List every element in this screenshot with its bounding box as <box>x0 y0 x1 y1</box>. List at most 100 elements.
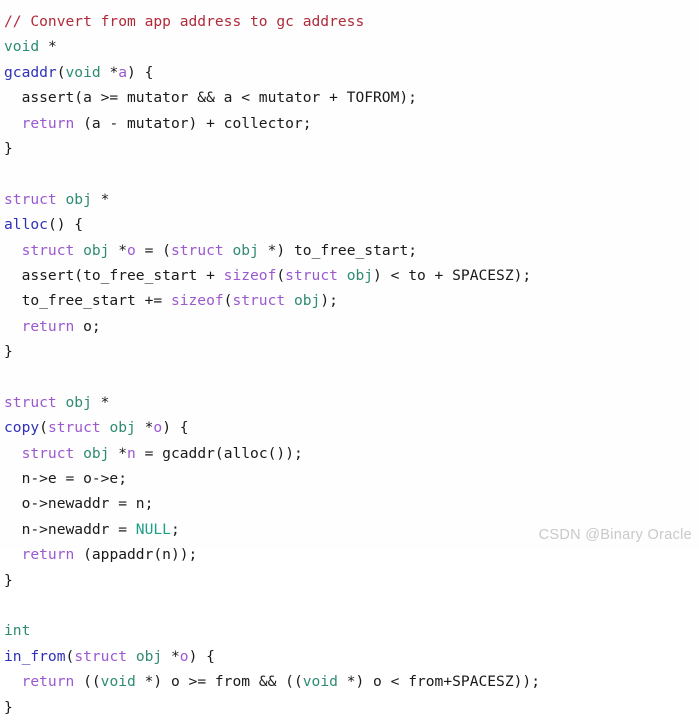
plain-token: * <box>100 63 119 81</box>
identifier-token: a <box>118 63 128 81</box>
code-line: struct obj * <box>4 187 699 212</box>
plain-token: o; <box>74 317 101 335</box>
plain-token: ; <box>170 520 180 538</box>
plain-token: } <box>4 343 13 361</box>
plain-token: (( <box>74 673 101 691</box>
plain-token: } <box>4 698 13 716</box>
keyword-token: struct <box>285 266 338 284</box>
code-line: // Convert from app address to gc addres… <box>4 9 699 34</box>
code-viewer: // Convert from app address to gc addres… <box>0 0 699 716</box>
plain-token: n->newaddr = <box>4 520 136 538</box>
code-line: } <box>4 695 699 720</box>
plain-token: to_free_start += <box>4 292 171 310</box>
code-line: } <box>4 568 699 593</box>
type-token: void <box>100 673 136 691</box>
function-token: copy <box>4 419 40 437</box>
keyword-token: sizeof <box>170 292 224 310</box>
keyword-token: struct <box>232 292 286 310</box>
keyword-token: struct <box>4 190 57 208</box>
plain-token: ) { <box>188 647 215 665</box>
code-line: } <box>4 339 699 364</box>
constant-token: NULL <box>135 520 171 538</box>
plain-token: * <box>91 190 110 208</box>
code-line: assert(to_free_start + sizeof(struct obj… <box>4 263 699 288</box>
plain-token: * <box>109 241 128 259</box>
plain-token: ( <box>56 63 66 81</box>
type-token: obj <box>109 419 136 437</box>
keyword-token: return <box>21 673 75 691</box>
code-line: struct obj *o = (struct obj *) to_free_s… <box>4 238 699 263</box>
code-line: alloc() { <box>4 212 699 237</box>
keyword-token: return <box>21 317 75 335</box>
identifier-token: n <box>127 444 136 462</box>
plain-token: o->newaddr = n; <box>4 495 154 513</box>
code-line: } <box>4 136 699 161</box>
code-line: void * <box>4 34 699 59</box>
plain-token: * <box>91 393 110 411</box>
type-token: obj <box>65 190 92 208</box>
code-line: return (appaddr(n)); <box>4 542 699 567</box>
keyword-token: struct <box>4 393 57 411</box>
code-line: struct obj * <box>4 390 699 415</box>
code-line: assert(a >= mutator && a < mutator + TOF… <box>4 85 699 110</box>
type-token: void <box>302 673 338 691</box>
plain-token: n->e = o->e; <box>4 470 128 488</box>
type-token: obj <box>135 647 163 665</box>
type-token: void <box>65 63 101 81</box>
watermark-text: CSDN @Binary Oracle <box>538 527 692 543</box>
keyword-token: struct <box>47 419 101 437</box>
plain-token: } <box>4 571 13 589</box>
type-token: int <box>4 622 31 640</box>
plain-token: * <box>39 38 57 56</box>
keyword-token: struct <box>170 241 224 259</box>
code-line: in_from(struct obj *o) { <box>4 644 699 669</box>
identifier-token: o <box>153 419 163 437</box>
plain-token: * <box>135 419 154 437</box>
code-line: return o; <box>4 314 699 339</box>
plain-token: ( <box>39 419 48 437</box>
plain-token: ) < to + SPACESZ); <box>373 266 532 284</box>
code-line: to_free_start += sizeof(struct obj); <box>4 288 699 313</box>
plain-token: (a - mutator) + collector; <box>74 114 312 132</box>
identifier-token: o <box>179 647 189 665</box>
plain-token: * <box>109 444 128 462</box>
plain-token: ) { <box>162 419 189 437</box>
keyword-token: sizeof <box>223 266 277 284</box>
type-token: obj <box>293 292 321 310</box>
plain-token: * <box>162 647 180 665</box>
type-token: void <box>4 38 40 56</box>
plain-token: *) o < from+SPACESZ)); <box>337 673 540 691</box>
plain-token: ( <box>65 647 75 665</box>
identifier-token: o <box>127 241 136 259</box>
code-line: copy(struct obj *o) { <box>4 415 699 440</box>
plain-token: ) { <box>127 63 154 81</box>
keyword-token: struct <box>21 444 75 462</box>
plain-token: } <box>4 139 13 157</box>
function-token: gcaddr <box>4 63 57 81</box>
code-line: return (a - mutator) + collector; <box>4 111 699 136</box>
function-token: in_from <box>4 647 66 665</box>
type-token: obj <box>83 241 110 259</box>
code-line: int <box>4 618 699 643</box>
keyword-token: return <box>21 114 75 132</box>
type-token: obj <box>83 444 110 462</box>
plain-token: = ( <box>135 241 171 259</box>
function-token: alloc <box>4 216 48 234</box>
plain-token: ( <box>276 266 286 284</box>
plain-token: = gcaddr(alloc()); <box>135 444 303 462</box>
type-token: obj <box>346 266 374 284</box>
